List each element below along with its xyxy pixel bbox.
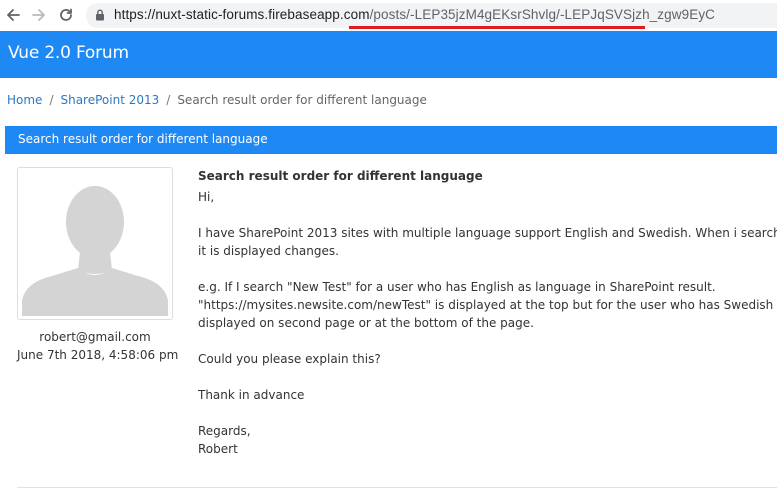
- breadcrumb-home[interactable]: Home: [7, 93, 42, 107]
- avatar: [17, 167, 173, 320]
- breadcrumb-separator: /: [166, 93, 171, 107]
- post-regards: Regards,: [198, 424, 251, 438]
- breadcrumb-current: Search result order for different langua…: [177, 93, 427, 107]
- post-panel-header: Search result order for different langua…: [5, 126, 777, 154]
- reload-button[interactable]: [57, 6, 75, 24]
- post-question: Could you please explain this?: [198, 352, 381, 366]
- post-paragraph-line: e.g. If I search "New Test" for a user w…: [198, 280, 716, 294]
- url-host: https://nuxt-static-forums.firebaseapp.c…: [114, 7, 370, 22]
- arrow-right-icon: [32, 9, 45, 21]
- app-title[interactable]: Vue 2.0 Forum: [8, 43, 129, 63]
- back-button[interactable]: [4, 6, 22, 24]
- forward-button[interactable]: [30, 6, 48, 24]
- post-paragraph-line: "https://mysites.newsite.com/newTest" is…: [198, 298, 777, 312]
- divider: [17, 487, 777, 488]
- user-silhouette-icon: [22, 172, 168, 316]
- post-signature: Robert: [198, 442, 238, 456]
- url-path: /posts/-LEP35jzM4gEKsrShvlg/-LEPJqSVSjzh…: [369, 7, 716, 22]
- author-email: robert@gmail.com: [39, 330, 151, 344]
- post-thanks: Thank in advance: [198, 388, 305, 402]
- lock-icon: [96, 9, 104, 21]
- post-paragraph-line: I have SharePoint 2013 sites with multip…: [198, 226, 777, 240]
- breadcrumb-separator: /: [49, 93, 54, 107]
- post-paragraph-line: it is displayed changes.: [198, 244, 339, 258]
- post-date: June 7th 2018, 4:58:06 pm: [17, 348, 179, 362]
- arrow-left-icon: [7, 9, 20, 21]
- app-header: Vue 2.0 Forum: [0, 31, 777, 78]
- post-title: Search result order for different langua…: [198, 169, 483, 183]
- breadcrumb: Home / SharePoint 2013 / Search result order…: [7, 93, 427, 107]
- browser-toolbar: https://nuxt-static-forums.firebaseapp.c…: [0, 0, 777, 31]
- post-paragraph-line: displayed on second page or at the botto…: [198, 316, 534, 330]
- breadcrumb-category[interactable]: SharePoint 2013: [60, 93, 159, 107]
- post-body: Search result order for different langua…: [198, 169, 777, 458]
- post-greeting: Hi,: [198, 190, 215, 204]
- reload-icon: [60, 8, 72, 21]
- panel-title: Search result order for different langua…: [18, 132, 268, 146]
- url-highlight-underline: [349, 26, 645, 29]
- url-text[interactable]: https://nuxt-static-forums.firebaseapp.c…: [114, 7, 715, 22]
